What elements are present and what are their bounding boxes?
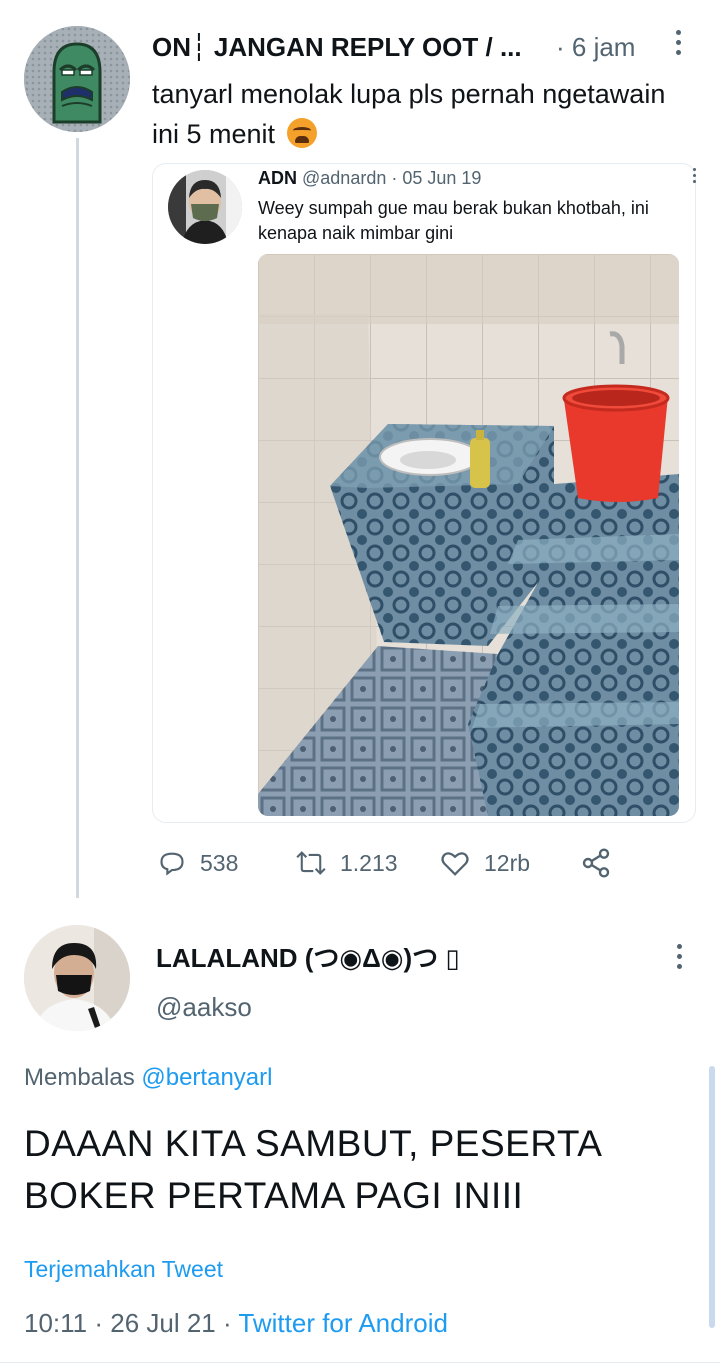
reply-more-options-icon[interactable] <box>674 944 684 974</box>
tweet-source-link[interactable]: Twitter for Android <box>238 1308 448 1338</box>
reply-display-name[interactable]: LALALAND (つ◉Δ◉)つ ▯ <box>156 938 460 975</box>
quoted-meta: @adnardn · 05 Jun 19 <box>302 168 482 188</box>
person-masked-avatar-image <box>168 170 242 244</box>
tired-face-emoji-icon <box>286 118 317 148</box>
quoted-text: Weey sumpah gue mau berak bukan khotbah,… <box>258 198 649 243</box>
quoted-name: ADN <box>258 168 297 188</box>
like-count: 12rb <box>484 849 531 876</box>
reply-avatar[interactable] <box>24 925 130 1031</box>
quoted-avatar[interactable] <box>168 170 242 244</box>
divider <box>0 1362 720 1363</box>
retweet-icon <box>296 851 326 875</box>
tweet-time[interactable]: · 6 jam <box>556 32 635 63</box>
frog-avatar-image <box>24 26 130 132</box>
replying-to-label: Membalas <box>24 1064 142 1091</box>
like-button[interactable]: 12rb <box>440 846 530 880</box>
reply-handle[interactable]: @aakso <box>156 992 252 1023</box>
thread-line <box>76 138 79 898</box>
scrollbar[interactable] <box>709 1066 715 1328</box>
heart-icon <box>441 852 469 876</box>
tweet-timestamp: 10:11 · 26 Jul 21 · Twitter for Android <box>24 1308 448 1339</box>
retweet-count: 1.213 <box>340 849 398 876</box>
quoted-more-icon[interactable] <box>690 168 698 188</box>
tweet-body: tanyarl menolak lupa pls pernah ngetawai… <box>152 79 666 149</box>
reply-count: 538 <box>200 849 239 876</box>
display-name[interactable]: ON┆ JANGAN REPLY OOT / ... <box>152 32 522 63</box>
reply-tweet-text: DAAAN KITA SAMBUT, PESERTA BOKER PERTAMA… <box>24 1123 601 1216</box>
translate-tweet-link[interactable]: Terjemahkan Tweet <box>24 1256 223 1283</box>
bathroom-photo-image <box>258 254 679 816</box>
reply-icon <box>160 852 184 876</box>
quoted-photo[interactable] <box>258 254 679 816</box>
reply-button[interactable]: 538 <box>158 846 238 880</box>
tweet-text: tanyarl menolak lupa pls pernah ngetawai… <box>152 74 672 154</box>
retweet-button[interactable]: 1.213 <box>296 846 398 880</box>
share-button[interactable] <box>580 846 626 880</box>
more-options-icon[interactable] <box>668 30 688 60</box>
quoted-author[interactable]: ADN @adnardn · 05 Jun 19 <box>258 168 481 189</box>
replying-to: Membalas @bertanyarl <box>24 1064 272 1092</box>
share-icon <box>582 848 610 878</box>
reply-mention-link[interactable]: @bertanyarl <box>141 1064 272 1091</box>
avatar[interactable] <box>24 26 130 132</box>
person-masked-avatar-image <box>24 925 130 1031</box>
timestamp-text: 10:11 · 26 Jul 21 · <box>24 1308 239 1338</box>
